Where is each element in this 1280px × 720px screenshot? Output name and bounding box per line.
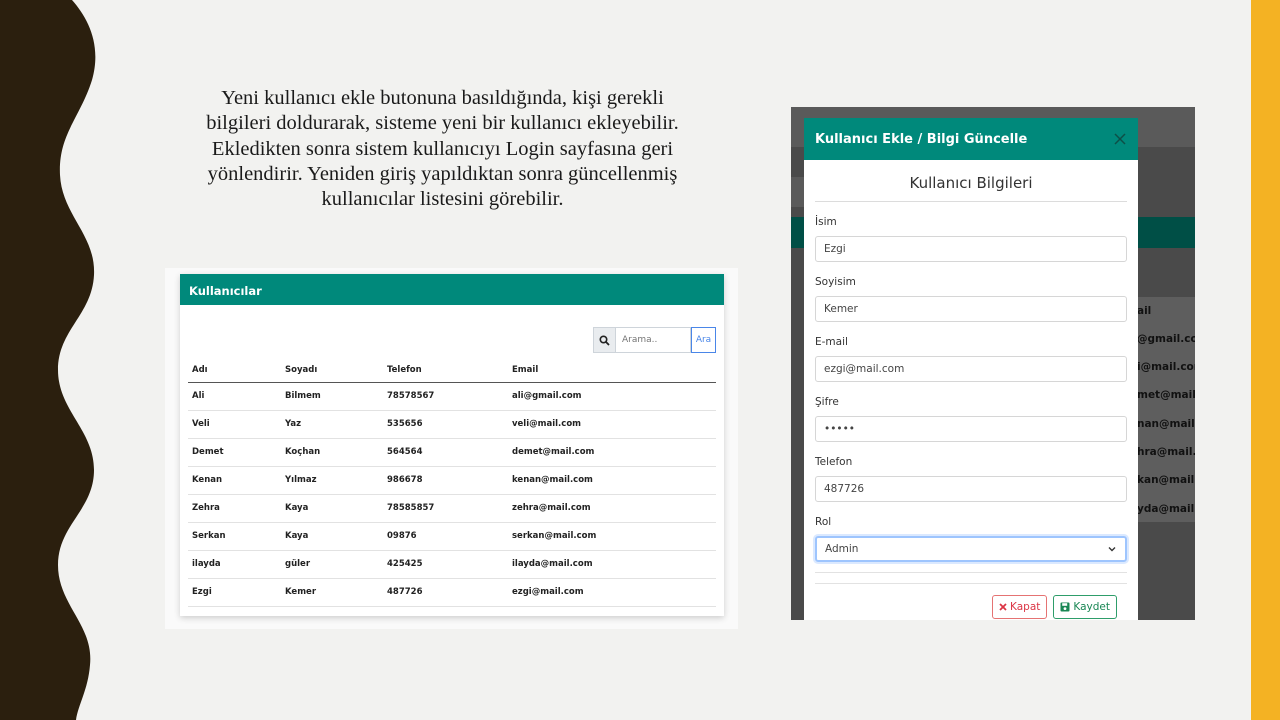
- divider: [815, 572, 1127, 573]
- table-cell: 564564: [383, 438, 508, 467]
- wave-decoration: [0, 0, 96, 720]
- save-icon: [1060, 602, 1070, 612]
- search-input[interactable]: [615, 327, 691, 353]
- table-cell: güler: [281, 550, 383, 579]
- table-cell: Yaz: [281, 410, 383, 439]
- modal-footer: Kapat Kaydet: [992, 595, 1117, 619]
- column-header[interactable]: Adı: [188, 359, 281, 383]
- table-row[interactable]: Demet Koçhan 564564 demet@mail.com: [188, 438, 716, 467]
- background-edge: [791, 177, 805, 207]
- background-cell: nan@mail.c: [1137, 418, 1195, 430]
- table-cell: veli@mail.com: [508, 410, 716, 439]
- users-panel-title: Kullanıcılar: [180, 274, 724, 305]
- table-cell: 535656: [383, 410, 508, 439]
- table-cell: ilayda: [188, 550, 281, 579]
- table-cell: Yılmaz: [281, 466, 383, 495]
- users-card: Kullanıcılar Ara Adı Soyadı Telefon Emai…: [180, 274, 724, 616]
- table-cell: serkan@mail.com: [508, 522, 716, 551]
- table-cell: 986678: [383, 466, 508, 495]
- chevron-down-icon: [1108, 547, 1116, 552]
- table-cell: Kemer: [281, 578, 383, 607]
- column-header[interactable]: Email: [508, 359, 716, 383]
- table-cell: 78578567: [383, 382, 508, 411]
- table-cell: ali@gmail.com: [508, 382, 716, 411]
- table-cell: ilayda@mail.com: [508, 550, 716, 579]
- role-select-value: Admin: [825, 543, 859, 555]
- background-cell: hra@mail.c: [1137, 446, 1195, 458]
- search-button[interactable]: Ara: [691, 327, 716, 353]
- table-row[interactable]: ilayda güler 425425 ilayda@mail.com: [188, 550, 716, 579]
- last-name-input[interactable]: Kemer: [815, 296, 1127, 322]
- users-list-screenshot: Kullanıcılar Ara Adı Soyadı Telefon Emai…: [165, 268, 738, 629]
- save-button[interactable]: Kaydet: [1053, 595, 1117, 619]
- password-label: Şifre: [815, 396, 839, 408]
- table-cell: Serkan: [188, 522, 281, 551]
- table-cell: Ali: [188, 382, 281, 411]
- table-row[interactable]: Kenan Yılmaz 986678 kenan@mail.com: [188, 466, 716, 495]
- table-cell: 425425: [383, 550, 508, 579]
- last-name-label: Soyisim: [815, 276, 856, 288]
- table-cell: Demet: [188, 438, 281, 467]
- background-cell: ail: [1137, 305, 1152, 317]
- password-input[interactable]: •••••: [815, 416, 1127, 442]
- background-cell: kan@mail.c: [1137, 474, 1195, 486]
- user-modal-screenshot: ail @gmail.com i@mail.com met@mail.c nan…: [791, 107, 1195, 620]
- table-row[interactable]: Ezgi Kemer 487726 ezgi@mail.com: [188, 578, 716, 607]
- table-cell: Ezgi: [188, 578, 281, 607]
- slide-description: Yeni kullanıcı ekle butonuna basıldığınd…: [206, 87, 679, 211]
- modal-header: Kullanıcı Ekle / Bilgi Güncelle: [804, 118, 1138, 160]
- table-cell: Koçhan: [281, 438, 383, 467]
- background-cell: met@mail.c: [1137, 389, 1195, 401]
- table-header-row: Adı Soyadı Telefon Email: [188, 359, 716, 383]
- table-row[interactable]: Veli Yaz 535656 veli@mail.com: [188, 410, 716, 439]
- table-cell: demet@mail.com: [508, 438, 716, 467]
- user-modal: Kullanıcı Ekle / Bilgi Güncelle Kullanıc…: [804, 118, 1138, 620]
- table-cell: Zehra: [188, 494, 281, 523]
- divider: [815, 583, 1127, 584]
- background-table: [1137, 297, 1195, 522]
- phone-label: Telefon: [815, 456, 853, 468]
- modal-title: Kullanıcı Ekle / Bilgi Güncelle: [815, 131, 1028, 147]
- first-name-label: İsim: [815, 216, 837, 228]
- save-button-label: Kaydet: [1073, 601, 1110, 613]
- close-button-label: Kapat: [1010, 601, 1041, 613]
- search-icon: [593, 327, 615, 353]
- table-cell: zehra@mail.com: [508, 494, 716, 523]
- table-row[interactable]: Zehra Kaya 78585857 zehra@mail.com: [188, 494, 716, 523]
- close-icon[interactable]: [1112, 131, 1128, 147]
- first-name-input[interactable]: Ezgi: [815, 236, 1127, 262]
- background-cell: i@mail.com: [1137, 361, 1195, 373]
- table-row[interactable]: Ali Bilmem 78578567 ali@gmail.com: [188, 382, 716, 411]
- form-title: Kullanıcı Bilgileri: [909, 174, 1033, 192]
- email-input[interactable]: ezgi@mail.com: [815, 356, 1127, 382]
- users-table: Adı Soyadı Telefon Email Ali Bilmem 7857…: [188, 359, 716, 607]
- table-cell: Kaya: [281, 494, 383, 523]
- column-header[interactable]: Soyadı: [281, 359, 383, 383]
- table-cell: 78585857: [383, 494, 508, 523]
- column-header[interactable]: Telefon: [383, 359, 508, 383]
- table-cell: Bilmem: [281, 382, 383, 411]
- search-bar: Ara: [593, 327, 716, 353]
- table-cell: ezgi@mail.com: [508, 578, 716, 607]
- table-cell: Veli: [188, 410, 281, 439]
- phone-input[interactable]: 487726: [815, 476, 1127, 502]
- times-icon: [999, 603, 1007, 611]
- background-cell: @gmail.com: [1137, 333, 1195, 345]
- close-button[interactable]: Kapat: [992, 595, 1048, 619]
- table-cell: kenan@mail.com: [508, 466, 716, 495]
- form-fields: İsim Ezgi Soyisim Kemer E-mail ezgi@mail…: [804, 216, 1138, 562]
- table-cell: 487726: [383, 578, 508, 607]
- table-row[interactable]: Serkan Kaya 09876 serkan@mail.com: [188, 522, 716, 551]
- table-cell: 09876: [383, 522, 508, 551]
- accent-bar: [1251, 0, 1280, 720]
- email-label: E-mail: [815, 336, 848, 348]
- role-label: Rol: [815, 516, 832, 528]
- background-cell: yda@mail.c: [1137, 503, 1195, 515]
- table-cell: Kaya: [281, 522, 383, 551]
- role-select[interactable]: Admin: [815, 536, 1127, 562]
- divider: [815, 201, 1127, 202]
- table-cell: Kenan: [188, 466, 281, 495]
